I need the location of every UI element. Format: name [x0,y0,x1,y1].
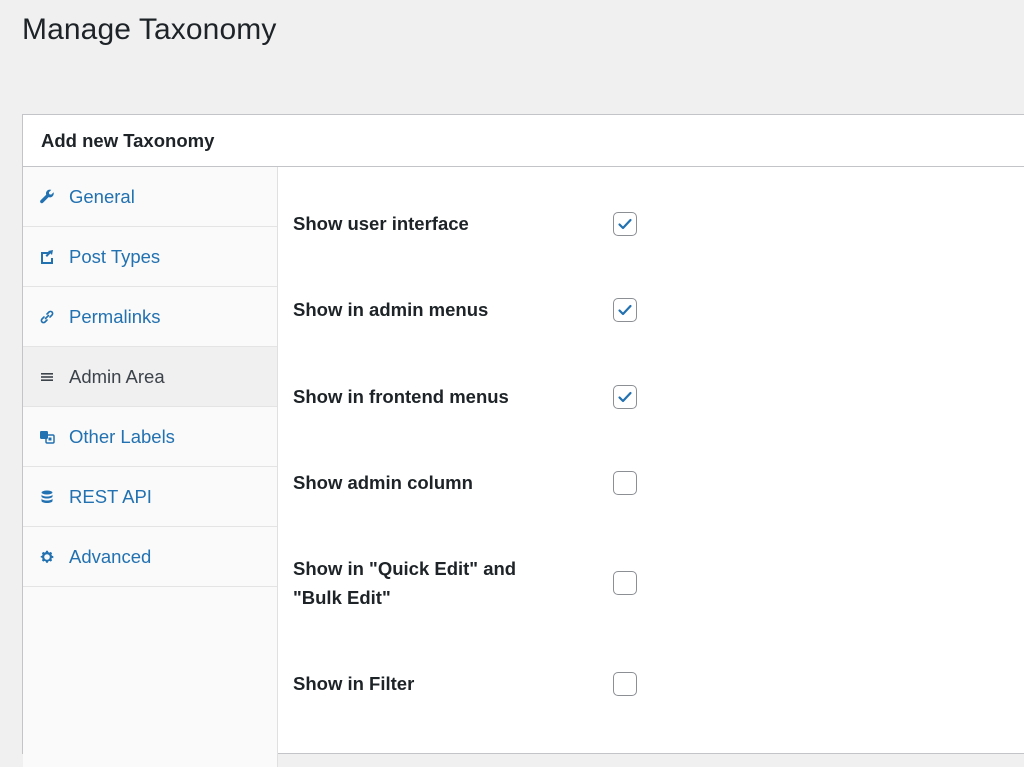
check-icon [618,304,632,315]
wrench-icon [38,188,56,206]
check-icon [618,218,632,229]
field-show-ui: Show user interface [293,209,1024,238]
tab-advanced[interactable]: Advanced [23,527,277,587]
check-icon [618,391,632,402]
field-show-admin-column: Show admin column [293,468,1024,497]
show-in-filter-checkbox[interactable] [613,671,637,696]
show-in-frontend-menus-checkbox[interactable] [613,384,637,409]
tab-other-labels[interactable]: Other Labels [23,407,277,467]
show-in-admin-menus-checkbox[interactable] [613,297,637,322]
field-label: Show in admin menus [293,299,489,320]
field-show-in-admin-menus: Show in admin menus [293,295,1024,324]
field-label: Show in frontend menus [293,386,509,407]
tab-label: Permalinks [69,305,161,327]
tab-label: REST API [69,485,152,507]
show-admin-column-checkbox[interactable] [613,470,637,495]
tab-admin-area[interactable]: Admin Area [23,347,277,407]
tab-post-types[interactable]: Post Types [23,227,277,287]
field-show-in-frontend-menus: Show in frontend menus [293,382,1024,411]
panel-title: Add new Taxonomy [41,129,215,151]
post-types-icon [38,248,56,266]
tab-rest-api[interactable]: REST API [23,467,277,527]
add-taxonomy-panel: Add new Taxonomy General Post Types Perm… [22,114,1024,767]
panel-header: Add new Taxonomy [23,115,1024,167]
show-ui-checkbox[interactable] [613,211,637,236]
page-title: Manage Taxonomy [22,13,277,46]
link-icon [38,308,56,326]
tab-permalinks[interactable]: Permalinks [23,287,277,347]
tab-label: Post Types [69,245,161,267]
field-show-in-filter: Show in Filter [293,669,1024,698]
field-show-in-quick-edit: Show in "Quick Edit" and "Bulk Edit" [293,554,1024,612]
database-icon [38,488,56,506]
tab-label: Advanced [69,545,152,567]
field-label: Show in Filter [293,673,415,694]
translation-icon [38,428,56,446]
tab-general[interactable]: General [23,167,277,227]
tab-label: Admin Area [69,365,165,387]
tab-label: Other Labels [69,425,175,447]
field-label: Show in "Quick Edit" and "Bulk Edit" [293,558,517,608]
field-label: Show user interface [293,213,469,234]
gear-icon [38,548,56,566]
settings-tabs: General Post Types Permalinks Admin Area… [23,167,278,767]
field-label: Show admin column [293,472,473,493]
tab-label: General [69,185,135,207]
show-in-quick-edit-checkbox[interactable] [613,571,637,595]
menu-icon [38,368,56,386]
